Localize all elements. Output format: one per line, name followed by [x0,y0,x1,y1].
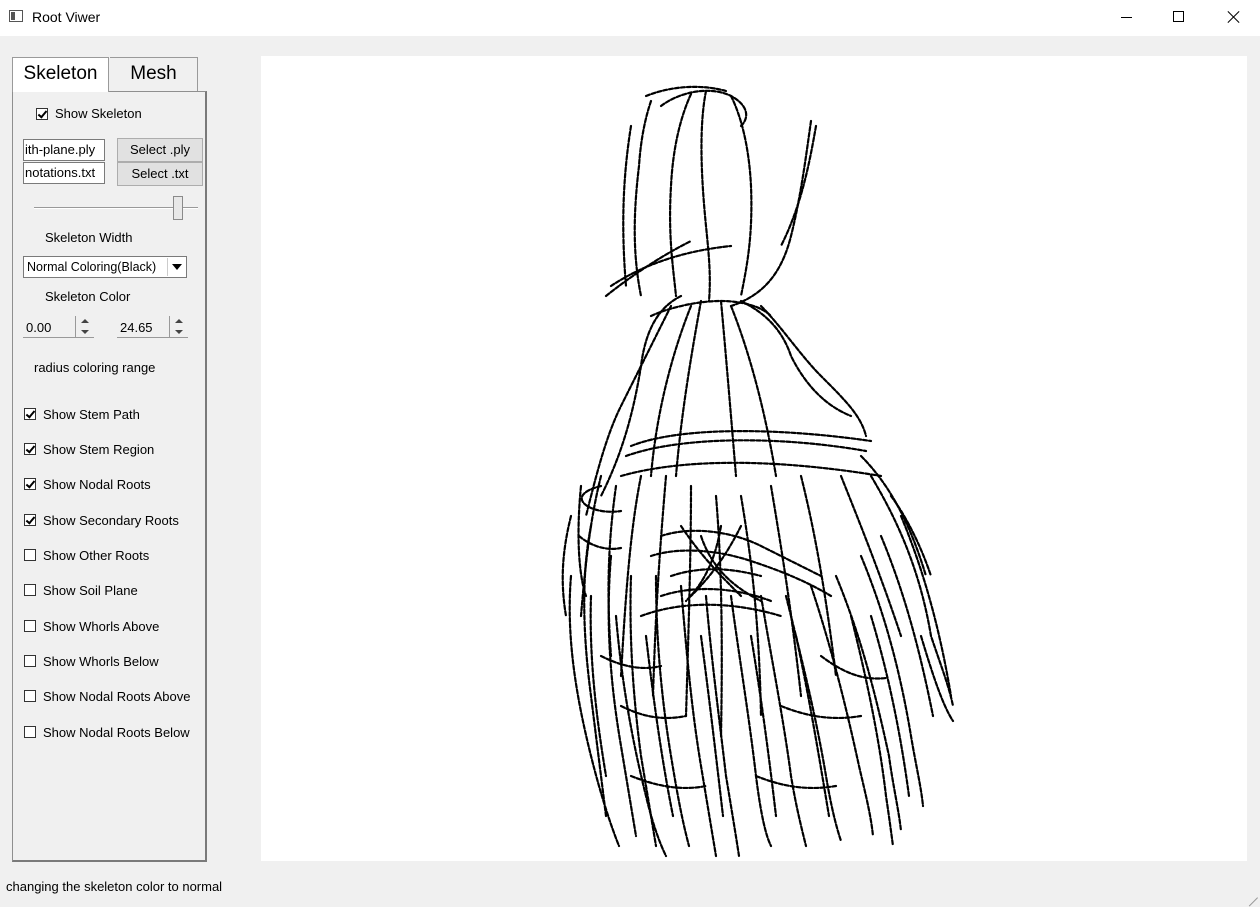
minimize-button[interactable] [1104,0,1150,34]
show-skeleton-checkbox[interactable] [36,108,48,120]
radius-max-spinbox[interactable]: 24.65 [117,316,188,338]
radius-min-value: 0.00 [26,320,52,335]
show-stem-region-label: Show Stem Region [43,442,155,457]
skeleton-color-value: Normal Coloring(Black) [27,260,157,274]
skeleton-viewport[interactable] [261,56,1247,861]
show-secondary-roots-checkbox[interactable] [24,514,36,526]
resize-grip-icon[interactable] [1246,886,1258,898]
ply-file-field[interactable]: ith-plane.ply [23,139,105,161]
radius-min-spinbox[interactable]: 0.00 [23,316,94,338]
skeleton-width-slider-handle[interactable] [173,196,184,220]
show-other-roots-label: Show Other Roots [43,548,150,563]
show-nodal-roots-checkbox[interactable] [24,478,36,490]
status-message: changing the skeleton color to normal [6,879,223,894]
select-txt-button[interactable]: Select .txt [117,162,203,186]
root-skeleton-render [561,85,955,858]
radius-max-stepper[interactable] [169,316,188,338]
show-stem-path-label: Show Stem Path [43,407,140,422]
show-nodal-roots-above-label: Show Nodal Roots Above [43,689,191,704]
tab-skeleton[interactable]: Skeleton [12,57,109,92]
radius-max-value: 24.65 [120,320,153,335]
select-ply-button[interactable]: Select .ply [117,138,203,162]
show-soil-plane-label: Show Soil Plane [43,583,138,598]
show-secondary-roots-label: Show Secondary Roots [43,513,179,528]
window-title: Root Viwer [32,9,101,25]
radius-min-stepper[interactable] [75,316,94,338]
show-whorls-below-checkbox[interactable] [24,655,36,667]
radius-coloring-range-label: radius coloring range [34,360,156,375]
show-skeleton-label: Show Skeleton [55,106,142,121]
show-nodal-roots-label: Show Nodal Roots [43,477,151,492]
tab-mesh[interactable]: Mesh [110,57,198,91]
show-stem-region-checkbox[interactable] [24,443,36,455]
close-button[interactable] [1210,0,1256,34]
txt-file-field[interactable]: notations.txt [23,162,105,184]
skeleton-color-label: Skeleton Color [45,289,131,304]
show-whorls-above-checkbox[interactable] [24,620,36,632]
chevron-down-icon[interactable] [167,258,185,276]
app-window-icon [9,10,23,22]
skeleton-width-label: Skeleton Width [45,230,133,245]
skeleton-color-select[interactable]: Normal Coloring(Black) [23,256,187,278]
show-nodal-roots-below-label: Show Nodal Roots Below [43,725,190,740]
show-whorls-above-label: Show Whorls Above [43,619,160,634]
show-nodal-roots-below-checkbox[interactable] [24,726,36,738]
show-whorls-below-label: Show Whorls Below [43,654,159,669]
show-soil-plane-checkbox[interactable] [24,584,36,596]
title-bar: Root Viwer [0,0,1260,36]
show-nodal-roots-above-checkbox[interactable] [24,690,36,702]
status-bar: changing the skeleton color to normal [0,876,1260,900]
show-stem-path-checkbox[interactable] [24,408,36,420]
maximize-button[interactable] [1156,0,1202,34]
show-other-roots-checkbox[interactable] [24,549,36,561]
